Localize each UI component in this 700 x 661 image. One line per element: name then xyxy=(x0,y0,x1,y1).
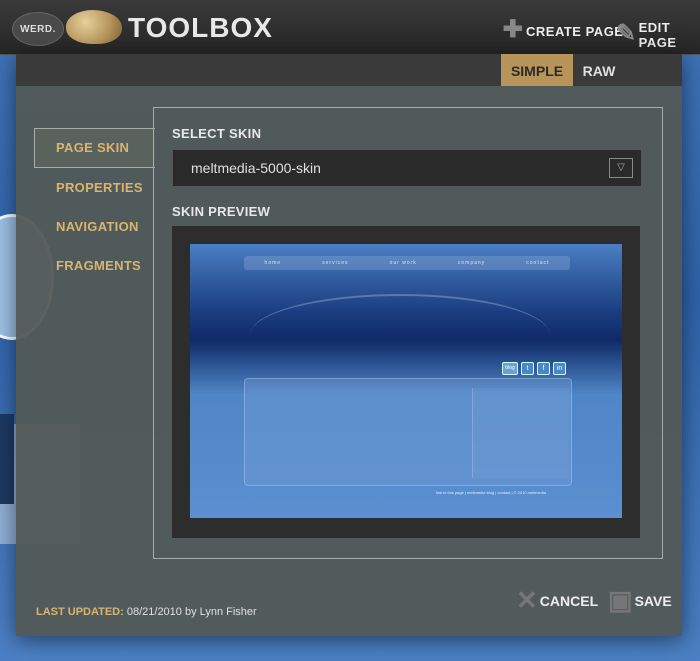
twitter-icon: t xyxy=(521,362,534,375)
cancel-button[interactable]: ✕ CANCEL xyxy=(516,585,598,616)
preview-nav-item: home xyxy=(264,260,282,266)
nav-item-navigation[interactable]: NAVIGATION xyxy=(56,219,139,234)
preview-nav-item: contact xyxy=(526,260,550,266)
save-button[interactable]: ▣ SAVE xyxy=(608,585,672,616)
app-title: TOOLBOX xyxy=(128,12,273,43)
werd-badge[interactable]: WERD. xyxy=(12,12,64,46)
facebook-icon: f xyxy=(537,362,550,375)
last-updated-value: 08/21/2010 by Lynn Fisher xyxy=(126,606,257,618)
dropdown-arrow-icon[interactable]: ▽ xyxy=(609,158,633,178)
pencil-icon: ✎ xyxy=(616,20,637,47)
linkedin-icon: in xyxy=(553,362,566,375)
preview-sidebar xyxy=(472,388,569,478)
preview-nav-item: our work xyxy=(389,260,417,266)
floppy-disk-icon: ▣ xyxy=(608,585,633,615)
save-label: SAVE xyxy=(634,592,672,609)
preview-nav-item: company xyxy=(457,260,486,266)
preview-nav-item: services xyxy=(322,260,349,266)
skin-preview-image: home services our work company contact b… xyxy=(190,244,622,518)
preview-footer: link to this page | meltmedia blog | con… xyxy=(436,490,547,495)
blog-icon: blog xyxy=(502,362,518,375)
last-updated: LAST UPDATED: 08/21/2010 by Lynn Fisher xyxy=(36,606,257,618)
edit-page-label: EDIT PAGE xyxy=(638,20,677,50)
edit-page-button[interactable]: ✎ EDIT PAGE xyxy=(616,20,700,50)
skin-preview-label: SKIN PREVIEW xyxy=(172,204,271,219)
skin-preview-frame: home services our work company contact b… xyxy=(172,226,640,538)
last-updated-label: LAST UPDATED: xyxy=(36,606,124,618)
background-thumbnail xyxy=(0,414,14,504)
tab-raw[interactable]: RAW xyxy=(573,54,625,86)
plus-icon: ✚ xyxy=(502,16,524,43)
brain-logo-icon xyxy=(66,10,122,44)
cancel-label: CANCEL xyxy=(539,592,599,609)
skin-select-value: meltmedia-5000-skin xyxy=(191,160,321,176)
select-skin-label: SELECT SKIN xyxy=(172,126,262,141)
skin-select[interactable]: meltmedia-5000-skin ▽ xyxy=(172,149,642,187)
nav-item-page-skin[interactable]: PAGE SKIN xyxy=(56,140,129,155)
page-editor-modal: SIMPLE RAW PAGE SKIN PROPERTIES NAVIGATI… xyxy=(16,54,682,636)
tab-simple[interactable]: SIMPLE xyxy=(501,54,573,86)
cancel-x-icon: ✕ xyxy=(516,585,538,615)
top-toolbar: WERD. TOOLBOX ✚ CREATE PAGE ✎ EDIT PAGE xyxy=(0,0,700,55)
create-page-button[interactable]: ✚ CREATE PAGE xyxy=(502,16,624,43)
preview-social-icons: blog t f in xyxy=(502,362,566,375)
preview-nav: home services our work company contact xyxy=(244,256,570,270)
nav-item-fragments[interactable]: FRAGMENTS xyxy=(56,258,141,273)
create-page-label: CREATE PAGE xyxy=(526,23,624,39)
nav-item-properties[interactable]: PROPERTIES xyxy=(56,180,143,195)
